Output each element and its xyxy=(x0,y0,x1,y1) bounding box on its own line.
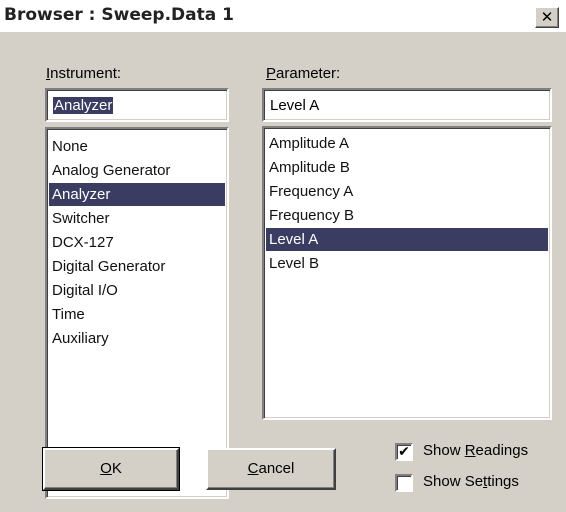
list-item[interactable]: Amplitude A xyxy=(266,132,548,155)
show-settings-post: tings xyxy=(487,473,519,490)
list-item[interactable]: Switcher xyxy=(49,207,225,230)
parameter-label: Parameter: xyxy=(266,65,340,82)
list-item[interactable]: Digital Generator xyxy=(49,255,225,278)
instrument-label: Instrument: xyxy=(46,65,121,82)
instrument-field[interactable]: Analyzer xyxy=(45,88,229,122)
instrument-list[interactable]: None Analog Generator Analyzer Switcher DCX-… xyxy=(45,127,229,499)
parameter-label-accel: P xyxy=(266,65,277,82)
show-readings-accel: R xyxy=(464,442,476,459)
window-title: Browser : Sweep.Data 1 xyxy=(4,5,234,25)
list-item[interactable]: None xyxy=(49,135,225,158)
instrument-field-value: Analyzer xyxy=(53,97,114,114)
title-bar: Browser : Sweep.Data 1 ✕ xyxy=(0,0,566,32)
list-item[interactable]: Time xyxy=(49,303,225,326)
show-settings-label[interactable]: Show Settings xyxy=(423,473,519,490)
parameter-field[interactable]: Level A xyxy=(262,88,552,122)
cancel-button-accel: C xyxy=(247,460,259,477)
list-item[interactable]: Analog Generator xyxy=(49,159,225,182)
cancel-button-rest: ancel xyxy=(258,460,295,477)
list-item[interactable]: Digital I/O xyxy=(49,279,225,302)
show-readings-checkbox[interactable]: ✔ xyxy=(395,443,413,461)
list-item[interactable]: Level A xyxy=(266,228,548,251)
parameter-label-rest: arameter: xyxy=(276,65,341,82)
list-item[interactable]: Auxiliary xyxy=(49,327,225,350)
ok-button[interactable]: OK xyxy=(42,447,180,491)
parameter-field-value: Level A xyxy=(270,97,320,114)
show-readings-pre: Show xyxy=(423,442,465,459)
cancel-button[interactable]: Cancel xyxy=(206,448,336,490)
show-readings-post: eadings xyxy=(475,442,529,459)
instrument-label-rest: nstrument: xyxy=(50,65,122,82)
show-readings-label[interactable]: Show Readings xyxy=(423,442,528,459)
ok-button-rest: K xyxy=(111,460,122,477)
list-item[interactable]: Frequency A xyxy=(266,180,548,203)
list-item[interactable]: DCX-127 xyxy=(49,231,225,254)
list-item[interactable]: Level B xyxy=(266,252,548,275)
close-icon[interactable]: ✕ xyxy=(535,7,559,28)
list-item[interactable]: Analyzer xyxy=(49,183,225,206)
ok-button-accel: O xyxy=(100,460,112,477)
list-item[interactable]: Amplitude B xyxy=(266,156,548,179)
list-item[interactable]: Frequency B xyxy=(266,204,548,227)
show-settings-pre: Show Se xyxy=(423,473,484,490)
checkmark-icon: ✔ xyxy=(398,443,410,459)
show-settings-checkbox[interactable] xyxy=(395,474,413,492)
parameter-list[interactable]: Amplitude A Amplitude B Frequency A Frequen… xyxy=(262,126,552,420)
